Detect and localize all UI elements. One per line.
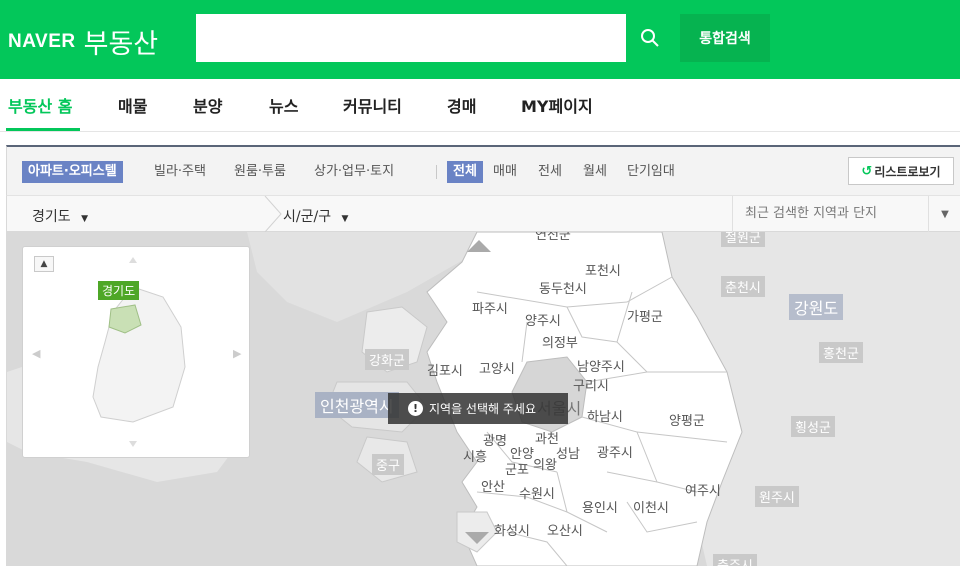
service-title[interactable]: 부동산	[84, 22, 159, 61]
filter-trade-all[interactable]: 전체	[447, 161, 483, 183]
map-label[interactable]: 중구	[372, 454, 404, 475]
total-search-button[interactable]: 통합검색	[680, 14, 770, 62]
search-button[interactable]	[626, 14, 674, 62]
map-label[interactable]: 연천군	[535, 232, 571, 243]
list-view-button[interactable]: ↺ 리스트로보기	[848, 157, 954, 185]
district-label: 시/군/구	[283, 209, 332, 225]
map-label[interactable]: 김포시	[427, 360, 463, 379]
filter-divider	[436, 165, 437, 179]
filter-bar: 아파트·오피스텔 빌라·주택 원룸·투룸 상가·업무·토지 전체 매매 전세 월…	[6, 145, 960, 195]
nav-item-news[interactable]: 뉴스	[269, 93, 298, 117]
search-input[interactable]	[196, 14, 626, 62]
map-label[interactable]: 시흥	[463, 446, 487, 465]
map-label[interactable]: 화성시	[494, 520, 530, 539]
map-label[interactable]: 안산	[481, 476, 505, 495]
search-icon	[641, 29, 659, 47]
map-label[interactable]: 춘천시	[721, 276, 765, 297]
map-label[interactable]: 구리시	[573, 375, 609, 394]
nav-item-presale[interactable]: 분양	[193, 93, 222, 117]
brand[interactable]: NAVER 부동산	[8, 22, 158, 61]
nav-item-auction[interactable]: 경매	[447, 93, 476, 117]
alert-icon: !	[408, 401, 423, 416]
map-label[interactable]: 군포	[505, 459, 529, 478]
chevron-left-icon[interactable]: ◀	[32, 347, 40, 360]
map-label[interactable]: 양평군	[669, 410, 705, 429]
filter-apartment-officetel[interactable]: 아파트·오피스텔	[22, 161, 123, 183]
filter-oneroom-tworoom[interactable]: 원룸·투룸	[234, 161, 286, 183]
list-view-label: 리스트로보기	[874, 164, 941, 179]
nav-item-listings[interactable]: 매물	[118, 93, 147, 117]
filter-trade-sale[interactable]: 매매	[493, 161, 517, 183]
filter-trade-shortterm[interactable]: 단기임대	[627, 161, 675, 183]
map-label[interactable]: 양주시	[525, 310, 561, 329]
nav-active-indicator	[6, 128, 80, 131]
filter-villa-house[interactable]: 빌라·주택	[154, 161, 206, 183]
map-label[interactable]: 동두천시	[539, 278, 587, 297]
filter-trade-jeonse[interactable]: 전세	[538, 161, 562, 183]
main-nav: 부동산 홈 매물 분양 뉴스 커뮤니티 경매 MY페이지	[0, 79, 960, 132]
map-label[interactable]: 강화군	[365, 349, 409, 370]
refresh-icon: ↺	[861, 163, 873, 179]
nav-item-community[interactable]: 커뮤니티	[343, 93, 402, 117]
map-label[interactable]: 하남시	[587, 406, 623, 425]
minimap-selected-region[interactable]: 경기도	[98, 281, 140, 300]
map-label[interactable]: 강원도	[789, 294, 844, 320]
select-region-tooltip: ! 지역을 선택해 주세요	[388, 393, 568, 424]
recent-search-dropdown[interactable]: 최근 검색한 지역과 단지	[732, 196, 928, 232]
map-label[interactable]: 충주시	[713, 554, 757, 566]
nav-item-mypage[interactable]: MY페이지	[521, 93, 593, 117]
map-label[interactable]: 의왕	[533, 454, 557, 473]
district-select[interactable]: 시/군/구 ▼	[283, 206, 348, 226]
map-area[interactable]: 연천군 철원군 포천시 동두천시 파주시 양주시 가평군 춘천시 강원도 의정부…	[6, 232, 960, 566]
province-label: 경기도	[32, 209, 71, 225]
region-bar: 경기도 ▼ 시/군/구 ▼ 최근 검색한 지역과 단지 ▼	[6, 195, 960, 232]
tooltip-text: 지역을 선택해 주세요	[429, 402, 536, 416]
caret-down-icon: ▼	[341, 214, 349, 224]
filter-trade-monthly[interactable]: 월세	[583, 161, 607, 183]
minimap[interactable]: ▲ 경기도 ◀ ▶	[22, 246, 250, 458]
map-label[interactable]: 횡성군	[791, 416, 835, 437]
map-label[interactable]: 고양시	[479, 358, 515, 377]
map-label[interactable]: 이천시	[633, 497, 669, 516]
map-label[interactable]: 오산시	[547, 520, 583, 539]
chevron-down-icon[interactable]: ▼	[928, 196, 960, 232]
map-label[interactable]: 철원군	[721, 232, 765, 247]
map-label[interactable]: 포천시	[585, 260, 621, 279]
map-label[interactable]: 의정부	[542, 332, 578, 351]
map-label[interactable]: 수원시	[519, 483, 555, 502]
naver-logo[interactable]: NAVER	[8, 31, 76, 53]
map-label[interactable]: 용인시	[582, 497, 618, 516]
nav-item-home[interactable]: 부동산 홈	[8, 93, 72, 117]
map-label[interactable]: 홍천군	[819, 342, 863, 363]
map-label[interactable]: 원주시	[755, 486, 799, 507]
map-label[interactable]: 남양주시	[577, 356, 625, 375]
map-label[interactable]: 성남	[556, 443, 580, 462]
chevron-right-icon[interactable]: ▶	[233, 347, 241, 360]
caret-down-icon: ▼	[81, 214, 89, 224]
filter-commercial-land[interactable]: 상가·업무·토지	[314, 161, 394, 183]
province-select[interactable]: 경기도 ▼	[32, 206, 88, 226]
breadcrumb-chevron-icon	[264, 196, 282, 232]
map-label[interactable]: 광주시	[597, 442, 633, 461]
top-header: NAVER 부동산 통합검색	[0, 0, 960, 79]
map-label[interactable]: 가평군	[627, 306, 663, 325]
korea-minimap-shape	[92, 257, 186, 447]
map-label[interactable]: 인천광역시	[315, 392, 399, 418]
map-label[interactable]: 여주시	[685, 480, 721, 499]
map-label[interactable]: 파주시	[472, 298, 508, 317]
